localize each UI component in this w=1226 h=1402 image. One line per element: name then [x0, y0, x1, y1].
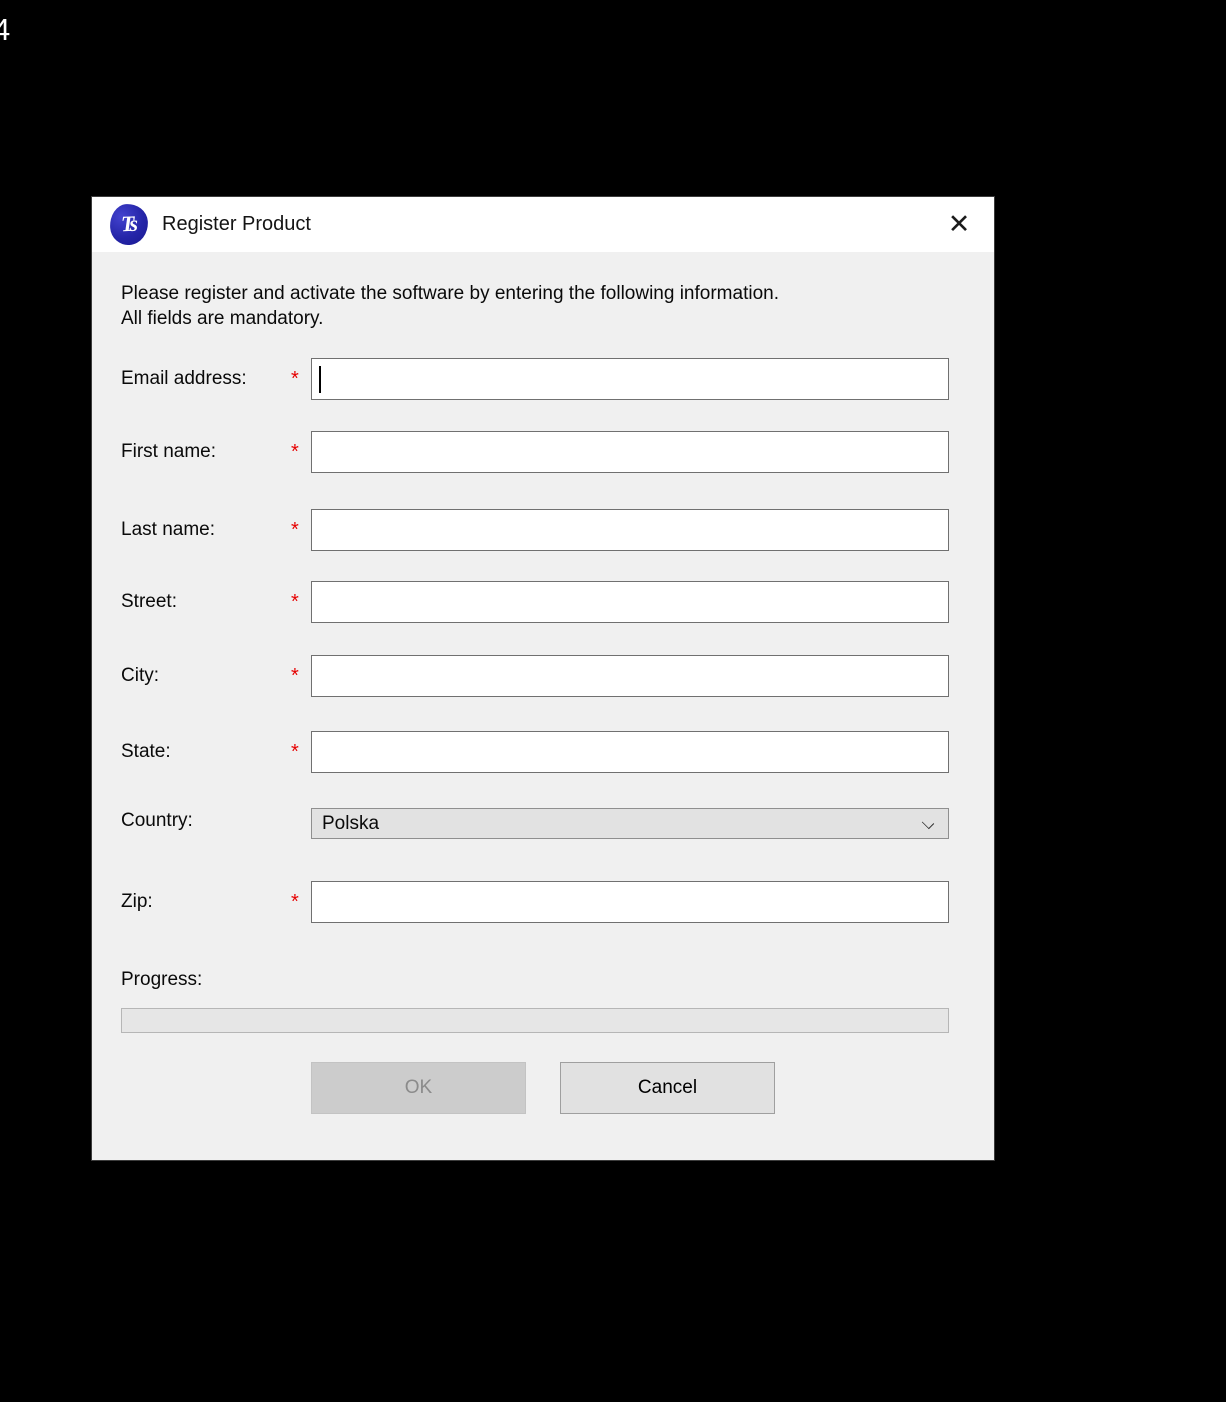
text-cursor	[319, 366, 321, 393]
first-name-required-mark: *	[291, 440, 299, 463]
app-logo-icon: Ts	[108, 202, 150, 247]
progress-bar	[121, 1008, 949, 1033]
chevron-down-icon	[923, 818, 934, 829]
progress-label: Progress:	[121, 969, 203, 990]
ok-button[interactable]: OK	[311, 1062, 526, 1114]
country-selected-value: Polska	[322, 812, 380, 834]
country-dropdown[interactable]: Polska	[311, 808, 949, 839]
first-name-field[interactable]	[311, 431, 949, 473]
last-name-field[interactable]	[311, 509, 949, 551]
city-required-mark: *	[291, 664, 299, 687]
street-label: Street:	[121, 591, 177, 612]
state-field[interactable]	[311, 731, 949, 773]
zip-required-mark: *	[291, 890, 299, 913]
instructions-line1: Please register and activate the softwar…	[121, 283, 779, 304]
city-field[interactable]	[311, 655, 949, 697]
dialog-title: Register Product	[162, 213, 311, 235]
register-product-dialog: Ts Register Product ✕ Please register an…	[91, 196, 995, 1161]
instructions-line2: All fields are mandatory.	[121, 308, 324, 329]
email-required-mark: *	[291, 367, 299, 390]
country-label: Country:	[121, 810, 193, 831]
stray-character: 4	[0, 12, 11, 47]
first-name-label: First name:	[121, 441, 217, 462]
state-required-mark: *	[291, 740, 299, 763]
instructions-text: Please register and activate the softwar…	[121, 281, 779, 331]
dialog-titlebar: Ts Register Product ✕	[92, 197, 994, 252]
last-name-label: Last name:	[121, 519, 215, 540]
zip-field[interactable]	[311, 881, 949, 923]
street-required-mark: *	[291, 590, 299, 613]
last-name-required-mark: *	[291, 518, 299, 541]
street-field[interactable]	[311, 581, 949, 623]
cancel-button[interactable]: Cancel	[560, 1062, 775, 1114]
app-logo-text: Ts	[120, 210, 136, 236]
email-field[interactable]	[311, 358, 949, 400]
state-label: State:	[121, 741, 171, 762]
close-icon[interactable]: ✕	[936, 201, 982, 247]
city-label: City:	[121, 665, 159, 686]
email-label: Email address:	[121, 368, 247, 389]
zip-label: Zip:	[121, 891, 153, 912]
